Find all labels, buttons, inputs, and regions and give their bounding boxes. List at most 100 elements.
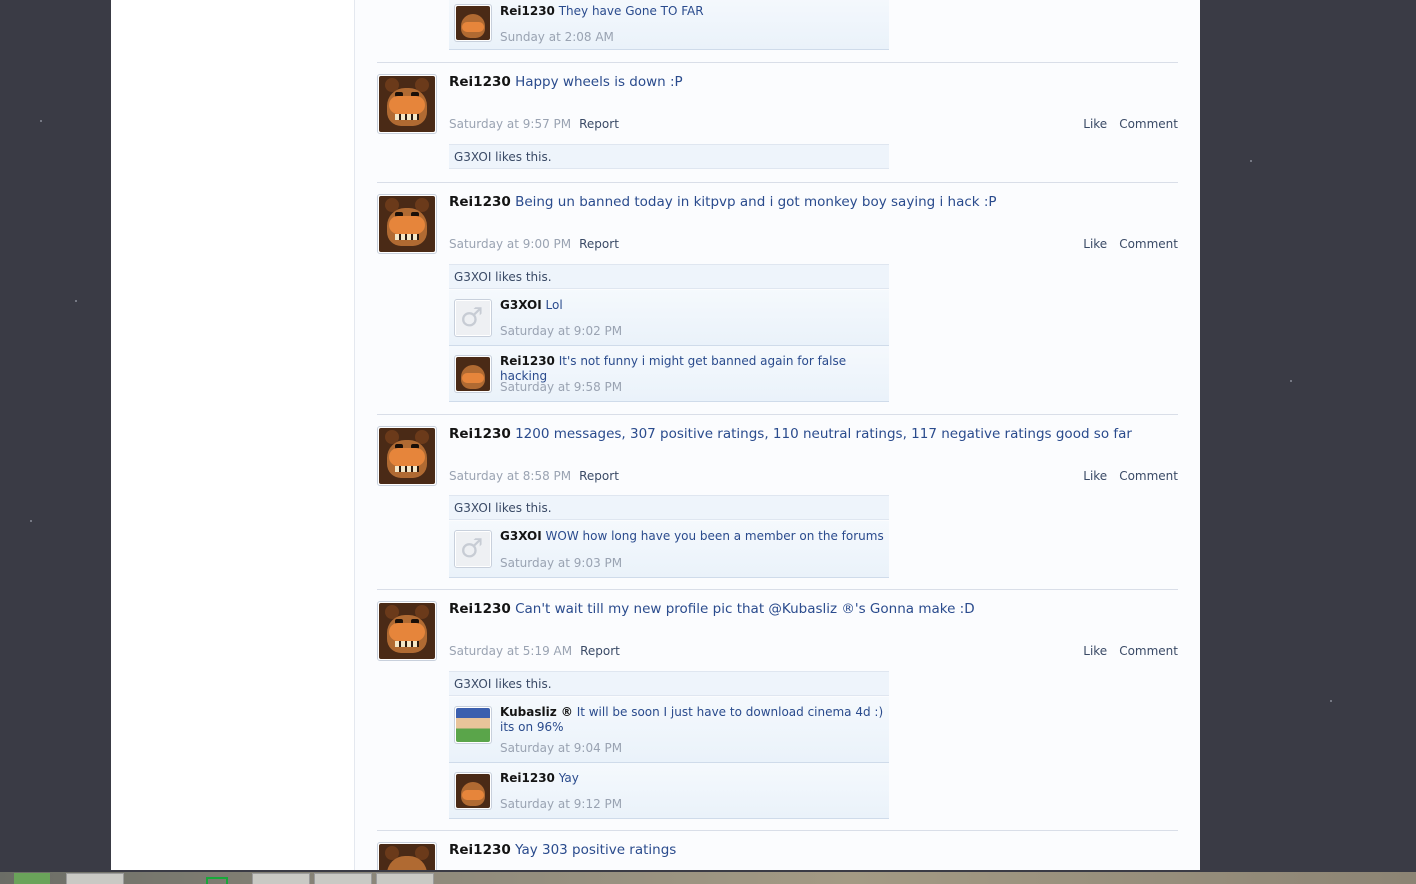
like-link[interactable]: Like (1083, 117, 1107, 131)
background-dot (1250, 160, 1252, 162)
comment: Kubasliz ® It will be soon I just have t… (449, 697, 889, 763)
avatar[interactable]: ♂ (454, 299, 492, 337)
profile-post: Rei1230 1200 messages, 307 positive rati… (377, 426, 1178, 581)
avatar[interactable] (454, 355, 492, 393)
likes-summary[interactable]: G3XOI likes this. (449, 495, 889, 520)
comment-link[interactable]: Comment (1119, 117, 1178, 131)
freddy-bear-avatar-icon (379, 76, 435, 132)
comment: Rei1230 Yay Saturday at 9:12 PM (449, 763, 889, 819)
sidebar (111, 0, 355, 870)
freddy-bear-avatar-icon (379, 196, 435, 252)
comment-time[interactable]: Saturday at 9:12 PM (500, 797, 622, 811)
male-symbol-avatar-icon: ♂ (456, 301, 490, 335)
comment-text: Lol (545, 298, 563, 312)
post-author[interactable]: Rei1230 (449, 194, 511, 210)
profile-post: Rei1230 Happy wheels is down :P Saturday… (377, 74, 1178, 174)
background-dot (30, 520, 32, 522)
comment-author[interactable]: G3XOI (500, 298, 542, 312)
likes-summary[interactable]: G3XOI likes this. (449, 671, 889, 696)
avatar[interactable] (454, 772, 492, 810)
taskbar-app-button[interactable] (190, 873, 248, 884)
profile-post: Rei1230 Yay 303 positive ratings (377, 842, 1178, 870)
comment: Rei1230 They have Gone TO FAR Sunday at … (449, 0, 889, 50)
divider (377, 830, 1178, 831)
post-author[interactable]: Rei1230 (449, 601, 511, 617)
taskbar-app-button[interactable] (376, 873, 434, 884)
avatar[interactable] (377, 601, 437, 661)
like-link[interactable]: Like (1083, 469, 1107, 483)
taskbar-app-button[interactable] (252, 873, 310, 884)
divider (377, 414, 1178, 415)
background-dot (1330, 700, 1332, 702)
freddy-bear-avatar-icon (456, 6, 490, 40)
freddy-bear-avatar-icon (456, 774, 490, 808)
comment-author[interactable]: Rei1230 (500, 354, 555, 368)
freddy-bear-avatar-icon (379, 428, 435, 484)
divider (377, 589, 1178, 590)
post-time[interactable]: Saturday at 8:58 PM (449, 469, 571, 483)
background-dot (75, 300, 77, 302)
start-button[interactable] (14, 873, 50, 884)
profile-post: Rei1230 Being un banned today in kitpvp … (377, 194, 1178, 404)
like-link[interactable]: Like (1083, 237, 1107, 251)
background-dot (1290, 380, 1292, 382)
divider (377, 182, 1178, 183)
comment-author[interactable]: Rei1230 (500, 771, 555, 785)
profile-post: Rei1230 Can't wait till my new profile p… (377, 601, 1178, 821)
comment-time[interactable]: Saturday at 9:04 PM (500, 741, 622, 755)
likes-summary[interactable]: G3XOI likes this. (449, 144, 889, 169)
avatar[interactable] (377, 74, 437, 134)
comment-time[interactable]: Saturday at 9:58 PM (500, 380, 622, 394)
comment-text: They have Gone TO FAR (558, 4, 704, 18)
avatar[interactable] (377, 426, 437, 486)
comment: Rei1230 It's not funny i might get banne… (449, 346, 889, 402)
post-time[interactable]: Saturday at 5:19 AM (449, 644, 572, 658)
freddy-bear-avatar-icon (456, 357, 490, 391)
comment-link[interactable]: Comment (1119, 237, 1178, 251)
post-author[interactable]: Rei1230 (449, 842, 511, 858)
post-author[interactable]: Rei1230 (449, 426, 511, 442)
profile-page: Rei1230 They have Gone TO FAR Sunday at … (111, 0, 1200, 870)
comment: ♂ G3XOI WOW how long have you been a mem… (449, 521, 889, 578)
comment-author[interactable]: Rei1230 (500, 4, 555, 18)
comment-time[interactable]: Saturday at 9:02 PM (500, 324, 622, 338)
post-text: Yay 303 positive ratings (515, 842, 677, 858)
report-link[interactable]: Report (579, 117, 619, 131)
freddy-bear-avatar-icon (379, 844, 435, 870)
post-time[interactable]: Saturday at 9:57 PM (449, 117, 571, 131)
comment: ♂ G3XOI Lol Saturday at 9:02 PM (449, 290, 889, 346)
avatar[interactable] (454, 706, 492, 744)
report-link[interactable]: Report (579, 237, 619, 251)
comment-time[interactable]: Sunday at 2:08 AM (500, 30, 614, 44)
post-text: Can't wait till my new profile pic that … (515, 601, 975, 617)
post-author[interactable]: Rei1230 (449, 74, 511, 90)
post-text: Being un banned today in kitpvp and i go… (515, 194, 997, 210)
profile-posts: Rei1230 They have Gone TO FAR Sunday at … (355, 0, 1200, 870)
taskbar-app-button[interactable] (66, 873, 124, 884)
comment-text: WOW how long have you been a member on t… (545, 529, 884, 543)
avatar[interactable] (377, 194, 437, 254)
like-link[interactable]: Like (1083, 644, 1107, 658)
report-link[interactable]: Report (579, 469, 619, 483)
comment-time[interactable]: Saturday at 9:03 PM (500, 556, 622, 570)
taskbar-app-button[interactable] (128, 873, 186, 884)
avatar[interactable]: ♂ (454, 530, 492, 568)
comment-author[interactable]: Kubasliz ® (500, 705, 573, 719)
comment-link[interactable]: Comment (1119, 469, 1178, 483)
report-link[interactable]: Report (580, 644, 620, 658)
comment-link[interactable]: Comment (1119, 644, 1178, 658)
background-dot (40, 120, 42, 122)
freddy-bear-avatar-icon (379, 603, 435, 659)
male-symbol-avatar-icon: ♂ (456, 532, 490, 566)
taskbar-app-button[interactable] (314, 873, 372, 884)
divider (377, 62, 1178, 63)
avatar[interactable] (454, 4, 492, 42)
comment-author[interactable]: G3XOI (500, 529, 542, 543)
minecraft-character-avatar-icon (456, 708, 490, 742)
post-time[interactable]: Saturday at 9:00 PM (449, 237, 571, 251)
avatar[interactable] (377, 842, 437, 870)
likes-summary[interactable]: G3XOI likes this. (449, 264, 889, 289)
post-text: 1200 messages, 307 positive ratings, 110… (515, 426, 1132, 442)
post-text: Happy wheels is down :P (515, 74, 683, 90)
comment-text: Yay (558, 771, 579, 785)
